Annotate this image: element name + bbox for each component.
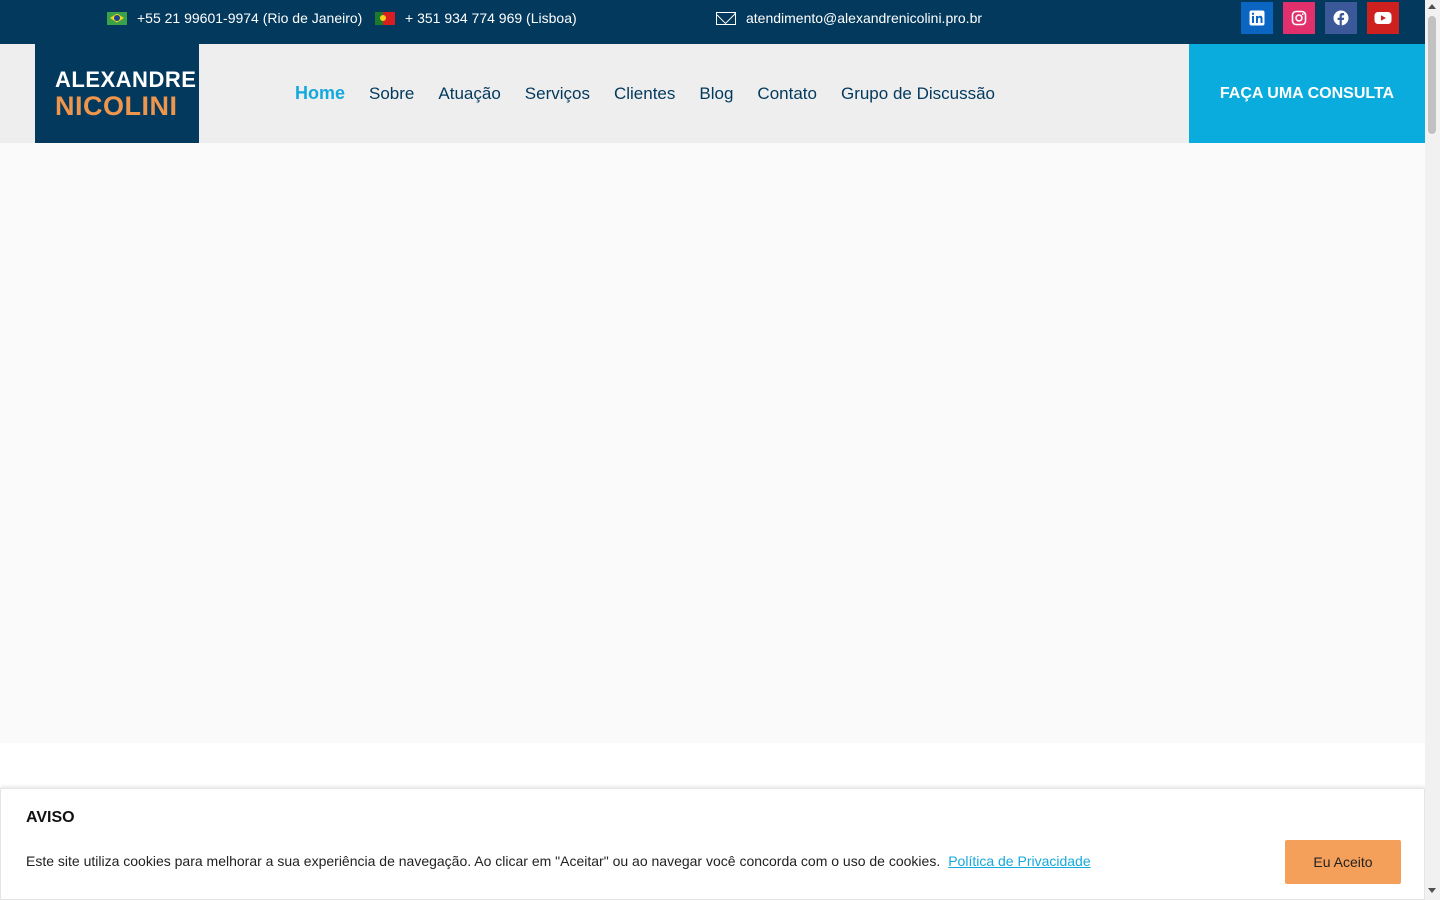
cookie-message: Este site utiliza cookies para melhorar … — [26, 853, 1091, 869]
scroll-up-arrow-icon[interactable] — [1428, 4, 1436, 9]
nav-clientes[interactable]: Clientes — [614, 84, 675, 104]
cookie-banner: AVISO Este site utiliza cookies para mel… — [0, 788, 1425, 900]
portugal-flag-icon — [375, 11, 395, 25]
privacy-policy-link[interactable]: Política de Privacidade — [948, 853, 1090, 869]
logo-line-2: NICOLINI — [55, 90, 178, 121]
phone-portugal-text[interactable]: + 351 934 774 969 (Lisboa) — [405, 10, 577, 26]
mail-icon — [716, 11, 736, 25]
nav-contato[interactable]: Contato — [757, 84, 817, 104]
consultation-button[interactable]: FAÇA UMA CONSULTA — [1189, 44, 1425, 143]
cookie-text: Este site utiliza cookies para melhorar … — [26, 853, 941, 869]
nav-blog[interactable]: Blog — [699, 84, 733, 104]
phone-brazil[interactable]: +55 21 99601-9974 (Rio de Janeiro) — [107, 0, 362, 36]
linkedin-icon — [1249, 10, 1265, 26]
instagram-icon — [1291, 10, 1307, 26]
site-logo[interactable]: ALEXANDRE NICOLINI — [35, 44, 199, 143]
phone-portugal[interactable]: + 351 934 774 969 (Lisboa) — [375, 0, 577, 36]
nav-grupo-de-discussao[interactable]: Grupo de Discussão — [841, 84, 995, 104]
scrollbar-thumb[interactable] — [1428, 16, 1436, 134]
nav-sobre[interactable]: Sobre — [369, 84, 414, 104]
phone-brazil-text[interactable]: +55 21 99601-9974 (Rio de Janeiro) — [137, 10, 362, 26]
linkedin-button[interactable] — [1241, 2, 1273, 34]
youtube-icon — [1374, 12, 1392, 24]
main-header: ALEXANDRE NICOLINI Home Sobre Atuação Se… — [0, 44, 1425, 143]
brazil-flag-icon — [107, 11, 127, 25]
page-scrollbar[interactable] — [1425, 0, 1440, 900]
accept-cookies-button[interactable]: Eu Aceito — [1285, 840, 1401, 884]
top-bar: +55 21 99601-9974 (Rio de Janeiro) + 351… — [0, 0, 1425, 44]
nav-home[interactable]: Home — [295, 83, 345, 104]
main-nav: Home Sobre Atuação Serviços Clientes Blo… — [295, 44, 995, 143]
nav-atuacao[interactable]: Atuação — [438, 84, 500, 104]
nav-servicos[interactable]: Serviços — [525, 84, 590, 104]
facebook-button[interactable] — [1325, 2, 1357, 34]
instagram-button[interactable] — [1283, 2, 1315, 34]
cookie-title: AVISO — [26, 809, 75, 826]
facebook-icon — [1333, 10, 1349, 26]
scroll-down-arrow-icon[interactable] — [1428, 888, 1436, 893]
email-contact[interactable]: atendimento@alexandrenicolini.pro.br — [716, 0, 982, 36]
logo-line-1: ALEXANDRE — [55, 66, 197, 92]
email-text[interactable]: atendimento@alexandrenicolini.pro.br — [746, 10, 982, 26]
hero-section — [0, 143, 1425, 743]
youtube-button[interactable] — [1367, 2, 1399, 34]
